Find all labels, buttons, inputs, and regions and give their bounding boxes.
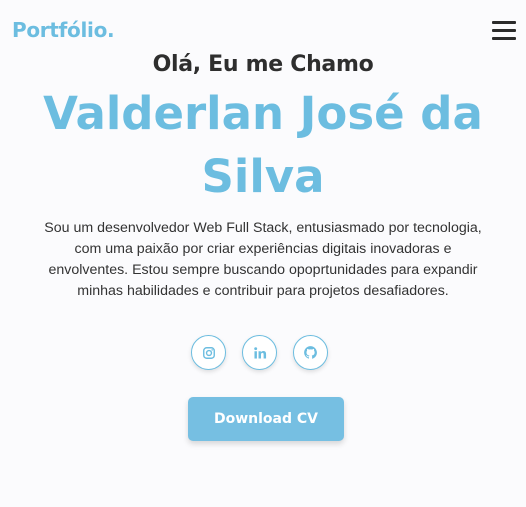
download-cv-button[interactable]: Download CV — [188, 397, 344, 441]
instagram-link[interactable] — [191, 335, 226, 370]
github-link[interactable] — [293, 335, 328, 370]
menu-bar — [492, 29, 516, 32]
linkedin-icon — [253, 346, 266, 359]
hamburger-menu-icon[interactable] — [492, 21, 516, 41]
bio-text: Sou um desenvolvedor Web Full Stack, ent… — [44, 220, 482, 299]
linkedin-link[interactable] — [242, 335, 277, 370]
github-icon — [304, 346, 317, 359]
page: Portfólio. Olá, Eu me Chamo Valderlan Jo… — [0, 0, 526, 507]
name-heading: Valderlan José da Silva — [43, 87, 483, 203]
menu-bar — [492, 37, 516, 40]
social-links — [0, 335, 526, 375]
menu-bar — [492, 21, 516, 24]
greeting-heading: Olá, Eu me Chamo — [152, 52, 374, 77]
logo[interactable]: Portfólio. — [12, 18, 115, 42]
hero-section: Olá, Eu me Chamo Valderlan José da Silva… — [0, 50, 526, 302]
instagram-icon — [202, 346, 215, 359]
